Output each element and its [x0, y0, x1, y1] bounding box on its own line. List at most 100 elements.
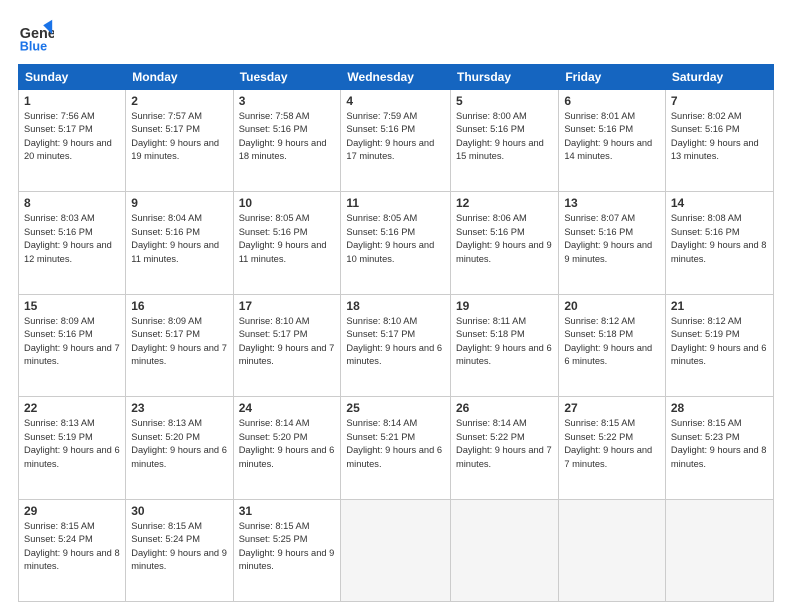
day-cell: 5 Sunrise: 8:00 AM Sunset: 5:16 PM Dayli…	[451, 90, 559, 192]
day-info: Sunrise: 8:15 AM Sunset: 5:23 PM Dayligh…	[671, 417, 768, 471]
day-number: 2	[131, 94, 227, 108]
day-info: Sunrise: 8:02 AM Sunset: 5:16 PM Dayligh…	[671, 110, 768, 164]
day-number: 10	[239, 196, 336, 210]
day-info: Sunrise: 8:10 AM Sunset: 5:17 PM Dayligh…	[346, 315, 445, 369]
day-number: 20	[564, 299, 660, 313]
day-info: Sunrise: 8:03 AM Sunset: 5:16 PM Dayligh…	[24, 212, 120, 266]
col-header-monday: Monday	[126, 65, 233, 90]
day-number: 7	[671, 94, 768, 108]
day-cell: 10 Sunrise: 8:05 AM Sunset: 5:16 PM Dayl…	[233, 192, 341, 294]
day-number: 14	[671, 196, 768, 210]
day-cell: 6 Sunrise: 8:01 AM Sunset: 5:16 PM Dayli…	[559, 90, 666, 192]
day-number: 18	[346, 299, 445, 313]
day-info: Sunrise: 8:15 AM Sunset: 5:22 PM Dayligh…	[564, 417, 660, 471]
col-header-tuesday: Tuesday	[233, 65, 341, 90]
day-cell: 22 Sunrise: 8:13 AM Sunset: 5:19 PM Dayl…	[19, 397, 126, 499]
week-row-4: 29 Sunrise: 8:15 AM Sunset: 5:24 PM Dayl…	[19, 499, 774, 601]
day-info: Sunrise: 8:01 AM Sunset: 5:16 PM Dayligh…	[564, 110, 660, 164]
day-number: 4	[346, 94, 445, 108]
day-number: 26	[456, 401, 553, 415]
week-row-1: 8 Sunrise: 8:03 AM Sunset: 5:16 PM Dayli…	[19, 192, 774, 294]
day-info: Sunrise: 7:58 AM Sunset: 5:16 PM Dayligh…	[239, 110, 336, 164]
day-cell: 15 Sunrise: 8:09 AM Sunset: 5:16 PM Dayl…	[19, 294, 126, 396]
day-cell: 1 Sunrise: 7:56 AM Sunset: 5:17 PM Dayli…	[19, 90, 126, 192]
col-header-thursday: Thursday	[451, 65, 559, 90]
day-info: Sunrise: 8:12 AM Sunset: 5:18 PM Dayligh…	[564, 315, 660, 369]
day-cell: 12 Sunrise: 8:06 AM Sunset: 5:16 PM Dayl…	[451, 192, 559, 294]
day-number: 8	[24, 196, 120, 210]
day-info: Sunrise: 8:14 AM Sunset: 5:20 PM Dayligh…	[239, 417, 336, 471]
calendar-table: SundayMondayTuesdayWednesdayThursdayFrid…	[18, 64, 774, 602]
day-info: Sunrise: 8:07 AM Sunset: 5:16 PM Dayligh…	[564, 212, 660, 266]
col-header-sunday: Sunday	[19, 65, 126, 90]
day-info: Sunrise: 8:05 AM Sunset: 5:16 PM Dayligh…	[239, 212, 336, 266]
week-row-2: 15 Sunrise: 8:09 AM Sunset: 5:16 PM Dayl…	[19, 294, 774, 396]
logo: General Blue	[18, 18, 54, 54]
day-cell: 11 Sunrise: 8:05 AM Sunset: 5:16 PM Dayl…	[341, 192, 451, 294]
day-cell: 19 Sunrise: 8:11 AM Sunset: 5:18 PM Dayl…	[451, 294, 559, 396]
day-info: Sunrise: 8:06 AM Sunset: 5:16 PM Dayligh…	[456, 212, 553, 266]
day-number: 16	[131, 299, 227, 313]
svg-text:Blue: Blue	[20, 39, 47, 53]
day-number: 21	[671, 299, 768, 313]
day-cell: 18 Sunrise: 8:10 AM Sunset: 5:17 PM Dayl…	[341, 294, 451, 396]
col-header-friday: Friday	[559, 65, 666, 90]
day-info: Sunrise: 8:09 AM Sunset: 5:17 PM Dayligh…	[131, 315, 227, 369]
header: General Blue	[18, 18, 774, 54]
day-info: Sunrise: 8:09 AM Sunset: 5:16 PM Dayligh…	[24, 315, 120, 369]
day-cell: 2 Sunrise: 7:57 AM Sunset: 5:17 PM Dayli…	[126, 90, 233, 192]
day-number: 17	[239, 299, 336, 313]
day-info: Sunrise: 7:57 AM Sunset: 5:17 PM Dayligh…	[131, 110, 227, 164]
day-info: Sunrise: 8:05 AM Sunset: 5:16 PM Dayligh…	[346, 212, 445, 266]
day-info: Sunrise: 8:12 AM Sunset: 5:19 PM Dayligh…	[671, 315, 768, 369]
day-info: Sunrise: 8:00 AM Sunset: 5:16 PM Dayligh…	[456, 110, 553, 164]
day-info: Sunrise: 7:59 AM Sunset: 5:16 PM Dayligh…	[346, 110, 445, 164]
day-cell	[559, 499, 666, 601]
week-row-3: 22 Sunrise: 8:13 AM Sunset: 5:19 PM Dayl…	[19, 397, 774, 499]
day-cell	[451, 499, 559, 601]
day-number: 11	[346, 196, 445, 210]
day-cell: 21 Sunrise: 8:12 AM Sunset: 5:19 PM Dayl…	[665, 294, 773, 396]
logo-icon: General Blue	[18, 18, 54, 54]
page: General Blue SundayMondayTuesdayWednesda…	[0, 0, 792, 612]
day-cell: 23 Sunrise: 8:13 AM Sunset: 5:20 PM Dayl…	[126, 397, 233, 499]
day-number: 19	[456, 299, 553, 313]
day-info: Sunrise: 8:15 AM Sunset: 5:24 PM Dayligh…	[24, 520, 120, 574]
day-number: 3	[239, 94, 336, 108]
day-cell: 28 Sunrise: 8:15 AM Sunset: 5:23 PM Dayl…	[665, 397, 773, 499]
day-number: 5	[456, 94, 553, 108]
day-number: 28	[671, 401, 768, 415]
day-cell: 30 Sunrise: 8:15 AM Sunset: 5:24 PM Dayl…	[126, 499, 233, 601]
day-number: 22	[24, 401, 120, 415]
day-number: 24	[239, 401, 336, 415]
day-info: Sunrise: 8:15 AM Sunset: 5:24 PM Dayligh…	[131, 520, 227, 574]
day-info: Sunrise: 8:14 AM Sunset: 5:22 PM Dayligh…	[456, 417, 553, 471]
day-info: Sunrise: 8:11 AM Sunset: 5:18 PM Dayligh…	[456, 315, 553, 369]
day-info: Sunrise: 8:08 AM Sunset: 5:16 PM Dayligh…	[671, 212, 768, 266]
day-info: Sunrise: 8:04 AM Sunset: 5:16 PM Dayligh…	[131, 212, 227, 266]
day-info: Sunrise: 8:14 AM Sunset: 5:21 PM Dayligh…	[346, 417, 445, 471]
day-number: 12	[456, 196, 553, 210]
week-row-0: 1 Sunrise: 7:56 AM Sunset: 5:17 PM Dayli…	[19, 90, 774, 192]
day-number: 27	[564, 401, 660, 415]
day-cell: 4 Sunrise: 7:59 AM Sunset: 5:16 PM Dayli…	[341, 90, 451, 192]
day-number: 23	[131, 401, 227, 415]
day-cell: 8 Sunrise: 8:03 AM Sunset: 5:16 PM Dayli…	[19, 192, 126, 294]
day-cell: 26 Sunrise: 8:14 AM Sunset: 5:22 PM Dayl…	[451, 397, 559, 499]
day-cell: 13 Sunrise: 8:07 AM Sunset: 5:16 PM Dayl…	[559, 192, 666, 294]
day-cell: 7 Sunrise: 8:02 AM Sunset: 5:16 PM Dayli…	[665, 90, 773, 192]
col-header-saturday: Saturday	[665, 65, 773, 90]
day-number: 25	[346, 401, 445, 415]
day-cell	[341, 499, 451, 601]
day-cell: 29 Sunrise: 8:15 AM Sunset: 5:24 PM Dayl…	[19, 499, 126, 601]
day-cell: 3 Sunrise: 7:58 AM Sunset: 5:16 PM Dayli…	[233, 90, 341, 192]
day-info: Sunrise: 8:13 AM Sunset: 5:19 PM Dayligh…	[24, 417, 120, 471]
col-header-wednesday: Wednesday	[341, 65, 451, 90]
day-cell: 25 Sunrise: 8:14 AM Sunset: 5:21 PM Dayl…	[341, 397, 451, 499]
day-number: 9	[131, 196, 227, 210]
day-number: 30	[131, 504, 227, 518]
day-number: 13	[564, 196, 660, 210]
day-cell: 27 Sunrise: 8:15 AM Sunset: 5:22 PM Dayl…	[559, 397, 666, 499]
day-number: 6	[564, 94, 660, 108]
day-number: 29	[24, 504, 120, 518]
